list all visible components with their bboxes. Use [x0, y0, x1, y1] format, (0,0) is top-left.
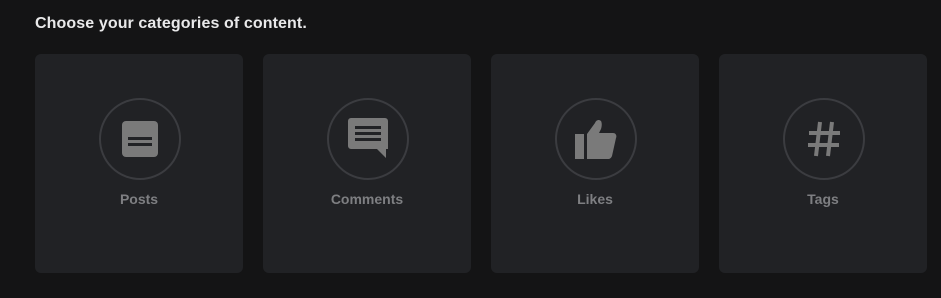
category-card-comments[interactable]: Comments	[263, 54, 471, 273]
hashtag-icon	[808, 121, 840, 157]
category-card-likes[interactable]: Likes	[491, 54, 699, 273]
icon-ring	[327, 98, 409, 180]
icon-ring	[555, 98, 637, 180]
icon-ring	[783, 98, 865, 180]
post-icon	[122, 121, 158, 157]
category-card-posts[interactable]: Posts	[35, 54, 243, 273]
category-label: Tags	[807, 191, 839, 207]
category-grid: Posts Comments Likes Tags	[35, 54, 927, 273]
category-card-tags[interactable]: Tags	[719, 54, 927, 273]
page-title: Choose your categories of content.	[35, 15, 307, 32]
category-label: Comments	[330, 191, 404, 207]
icon-ring	[99, 98, 181, 180]
comment-icon	[348, 118, 388, 158]
category-label: Likes	[577, 191, 613, 207]
thumbs-up-icon	[575, 119, 617, 159]
category-label: Posts	[119, 191, 159, 207]
